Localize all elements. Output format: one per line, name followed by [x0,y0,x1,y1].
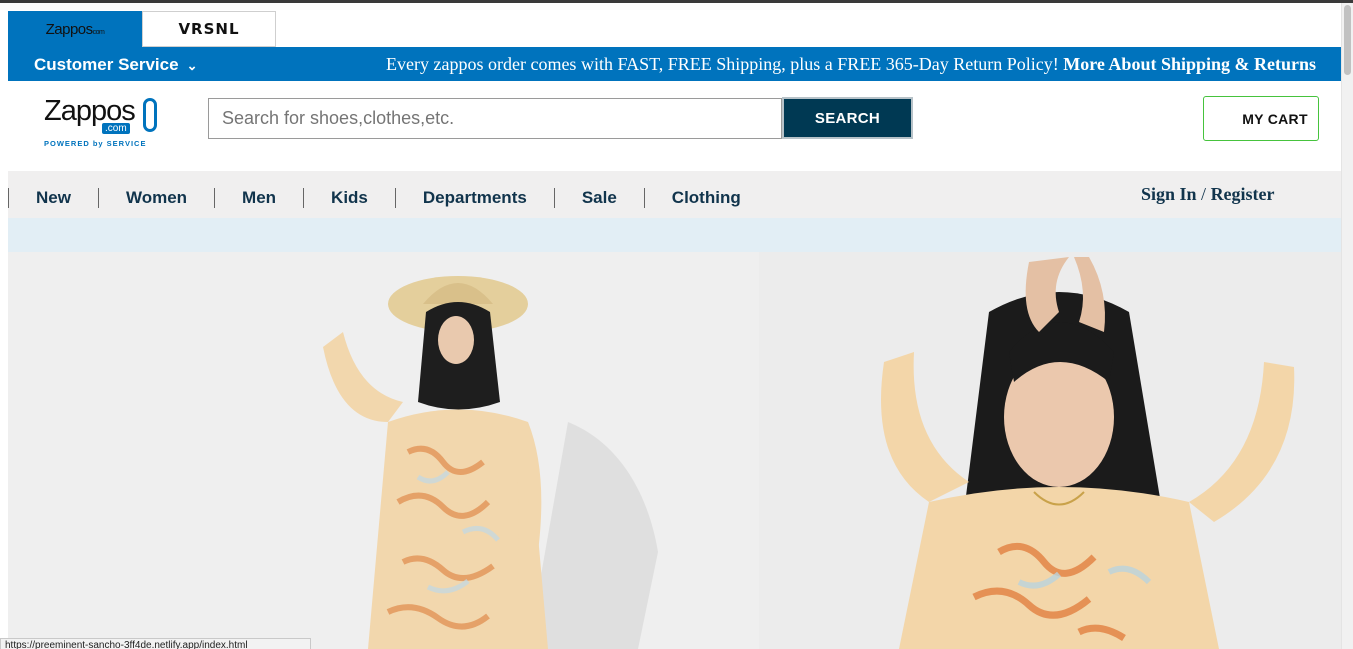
nav-item-women[interactable]: Women [97,188,214,208]
cart-label: MY CART [1242,110,1308,127]
brand-tab-zappos[interactable]: Zapposcom [8,11,142,47]
sign-in-link[interactable]: Sign In [1141,184,1197,204]
scrollbar-thumb[interactable] [1344,5,1351,75]
account-separator: / [1201,184,1207,204]
zappos-tab-sub: com [92,28,105,36]
vrsnl-tab-logo: VRSNL [178,20,240,38]
nav-item-kids[interactable]: Kids [303,188,395,208]
zappos-tab-logo: Zapposcom [46,21,105,38]
register-link[interactable]: Register [1211,184,1275,204]
search-button[interactable]: SEARCH [782,97,913,139]
customer-service-label: Customer Service [34,55,179,74]
main-navigation: New Women Men Kids Departments Sale Clot… [8,171,1341,218]
zappos-logo[interactable]: Zappos .com POWERED by SERVICE [44,96,164,152]
nav-item-men[interactable]: Men [214,188,303,208]
shoe-icon [143,98,157,132]
nav-item-departments[interactable]: Departments [394,188,554,208]
model-with-hat-photo [8,252,759,649]
my-cart-button[interactable]: MY CART [1203,96,1319,141]
hero-image-left[interactable] [8,252,759,649]
nav-items: New Women Men Kids Departments Sale Clot… [8,187,768,209]
search-input[interactable] [208,98,782,139]
vertical-scrollbar[interactable] [1341,3,1353,649]
shipping-returns-link[interactable]: More About Shipping & Returns [1063,54,1316,74]
zappos-tab-label: Zappos [45,20,94,38]
status-bar-url: https://preeminent-sancho-3ff4de.netlify… [0,638,311,649]
chevron-down-icon: ⌄ [186,58,198,73]
shipping-promo: Every zappos order comes with FAST, FREE… [386,54,1316,75]
nav-item-new[interactable]: New [8,188,98,208]
logo-tagline: POWERED by SERVICE [44,139,147,148]
model-closeup-photo [759,252,1341,649]
promo-text: Every zappos order comes with FAST, FREE… [386,54,1059,74]
nav-item-sale[interactable]: Sale [553,188,644,208]
brand-tab-vrsnl[interactable]: VRSNL [142,11,276,47]
hero-image-right[interactable] [759,252,1341,649]
account-links: Sign In / Register [1141,184,1275,205]
info-strip [8,218,1341,252]
window-top-border [0,0,1353,3]
nav-item-clothing[interactable]: Clothing [643,188,768,208]
customer-service-menu[interactable]: Customer Service ⌄ [34,55,197,75]
brand-tabs: Zapposcom VRSNL [8,11,276,47]
logo-dotcom: .com [102,123,130,134]
top-info-bar: Customer Service ⌄ Every zappos order co… [8,47,1341,81]
